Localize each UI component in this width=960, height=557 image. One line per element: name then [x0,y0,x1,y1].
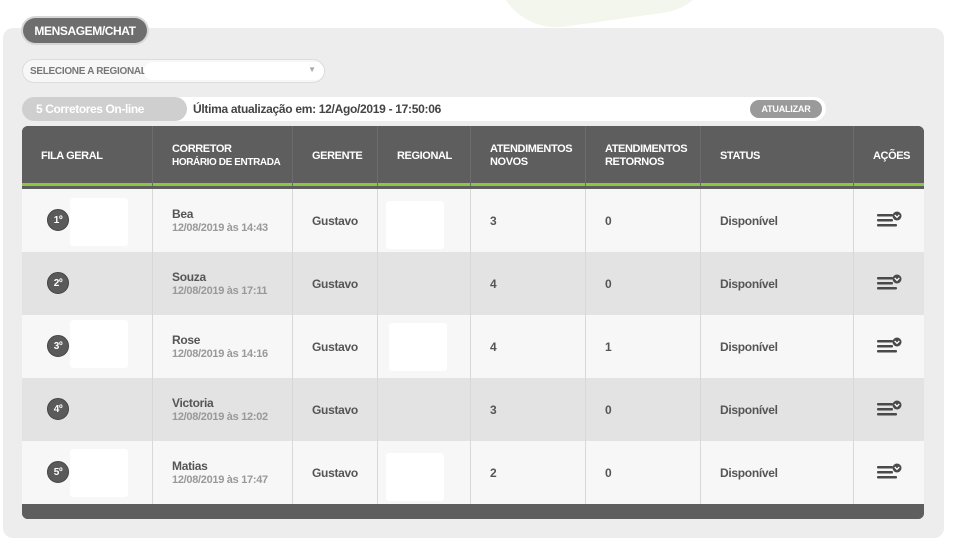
table-header: FILA GERAL CORRETOR HORÁRIO DE ENTRADA G… [22,126,924,186]
rank-cell: 4º [22,378,153,441]
corretor-cell: Matias 12/08/2019 às 17:47 [153,441,293,504]
retornos-cell: 1 [586,315,701,378]
rank-badge: 4º [47,398,69,420]
actions-menu-icon[interactable] [877,337,903,355]
online-count-badge: 5 Corretores On-line [22,97,187,121]
broker-photo [70,320,128,368]
table-footer [22,504,924,519]
novos-cell: 4 [471,252,586,315]
header-corretor-label: CORRETOR [172,143,232,155]
entry-time: 12/08/2019 às 12:02 [172,410,268,423]
actions-menu-icon[interactable] [877,463,903,481]
entry-time: 12/08/2019 às 17:47 [172,473,268,486]
header-regional-label: REGIONAL [397,149,452,162]
header-gerente: GERENTE [293,126,378,186]
entry-time: 12/08/2019 às 14:16 [172,347,268,360]
status-cell: Disponível [701,252,854,315]
header-status-label: STATUS [720,149,760,162]
regional-logo [386,453,444,501]
table-row[interactable]: 3º Rose 12/08/2019 às 14:16 Gustavo 4 1 … [22,315,924,378]
header-retornos-sub: RETORNOS [605,156,664,168]
entry-time: 12/08/2019 às 17:11 [172,284,268,297]
header-novos-sub: NOVOS [490,156,528,168]
rank-cell: 1º [22,189,153,252]
regional-cell [378,378,471,441]
actions-menu-icon[interactable] [877,274,903,292]
gerente-cell: Gustavo [293,252,378,315]
broker-name: Victoria [172,395,214,410]
regional-select[interactable]: SELECIONE A REGIONAL ▼ [22,59,325,83]
header-corretor-sub: HORÁRIO DE ENTRADA [172,157,281,168]
regional-cell [378,189,471,252]
regional-cell [378,441,471,504]
broker-name: Souza [172,269,206,284]
header-status: STATUS [701,126,854,186]
gerente-cell: Gustavo [293,315,378,378]
header-gerente-label: GERENTE [312,149,363,162]
entry-time: 12/08/2019 às 14:43 [172,221,268,234]
regional-logo [386,201,444,249]
header-retornos-label: ATENDIMENTOS [605,143,688,155]
table-row[interactable]: 5º Matias 12/08/2019 às 17:47 Gustavo 2 … [22,441,924,504]
regional-cell [378,315,471,378]
broker-name: Matias [172,458,208,473]
update-button[interactable]: ATUALIZAR [750,100,822,118]
header-atendimentos-novos: ATENDIMENTOS NOVOS [471,126,586,186]
corretor-cell: Souza 12/08/2019 às 17:11 [153,252,293,315]
gerente-cell: Gustavo [293,378,378,441]
status-bar: 5 Corretores On-line Última atualização … [22,97,826,121]
retornos-cell: 0 [586,252,701,315]
broker-name: Rose [172,332,201,347]
actions-menu-icon[interactable] [877,211,903,229]
actions-menu-icon[interactable] [877,400,903,418]
header-atendimentos-retornos: ATENDIMENTOS RETORNOS [586,126,701,186]
header-regional: REGIONAL [378,126,471,186]
rank-cell: 5º [22,441,153,504]
status-cell: Disponível [701,189,854,252]
header-fila-geral: FILA GERAL [22,126,153,186]
broker-photo [70,449,128,497]
corretor-cell: Rose 12/08/2019 às 14:16 [153,315,293,378]
broker-name: Bea [172,206,194,221]
regional-select-label: SELECIONE A REGIONAL [30,65,147,77]
regional-logo [389,323,447,371]
retornos-cell: 0 [586,378,701,441]
rank-cell: 3º [22,315,153,378]
chevron-down-icon: ▼ [308,65,316,74]
table-row[interactable]: 1º Bea 12/08/2019 às 14:43 Gustavo 3 0 D… [22,189,924,252]
brokers-table: FILA GERAL CORRETOR HORÁRIO DE ENTRADA G… [22,126,924,519]
last-update-text: Última atualização em: 12/Ago/2019 - 17:… [193,102,441,116]
regional-dropdown[interactable]: ▼ [144,62,324,80]
header-fila-label: FILA GERAL [41,149,103,162]
chat-tab-button[interactable]: MENSAGEM/CHAT [23,18,147,43]
corretor-cell: Victoria 12/08/2019 às 12:02 [153,378,293,441]
retornos-cell: 0 [586,441,701,504]
status-cell: Disponível [701,315,854,378]
table-row[interactable]: 4º Victoria 12/08/2019 às 12:02 Gustavo … [22,378,924,441]
rank-badge: 3º [47,335,69,357]
rank-badge: 1º [47,209,69,231]
retornos-cell: 0 [586,189,701,252]
rank-badge: 2º [47,272,69,294]
rank-cell: 2º [22,252,153,315]
rank-badge: 5º [47,461,69,483]
header-acoes: AÇÕES [854,126,924,186]
status-cell: Disponível [701,441,854,504]
novos-cell: 3 [471,189,586,252]
regional-cell [378,252,471,315]
header-acoes-label: AÇÕES [873,149,911,162]
gerente-cell: Gustavo [293,189,378,252]
novos-cell: 4 [471,315,586,378]
gerente-cell: Gustavo [293,441,378,504]
header-corretor: CORRETOR HORÁRIO DE ENTRADA [153,126,293,186]
status-cell: Disponível [701,378,854,441]
corretor-cell: Bea 12/08/2019 às 14:43 [153,189,293,252]
novos-cell: 3 [471,378,586,441]
broker-photo [70,198,128,246]
novos-cell: 2 [471,441,586,504]
header-novos-label: ATENDIMENTOS [490,143,573,155]
table-row[interactable]: 2º Souza 12/08/2019 às 17:11 Gustavo 4 0… [22,252,924,315]
